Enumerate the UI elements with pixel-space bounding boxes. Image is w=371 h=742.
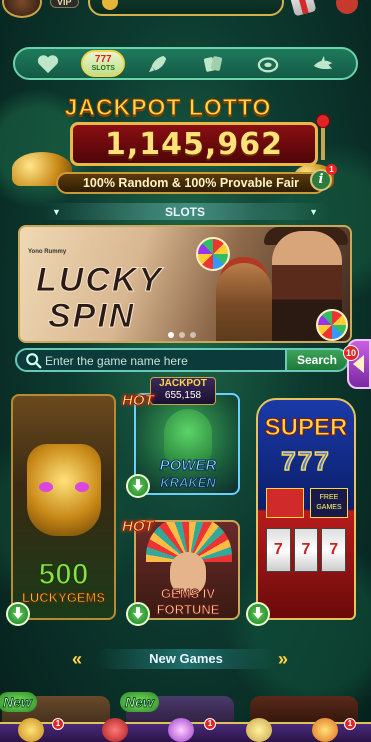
nav-badge: 1	[204, 718, 216, 730]
search-button[interactable]: Search	[285, 348, 349, 372]
new-badge: New	[120, 692, 159, 712]
slots-777-label: 777	[94, 54, 112, 65]
section-header-slots: ▼ SLOTS ▼	[40, 203, 330, 220]
game-tile-gems-fortune[interactable]: GEMS IV FORTUNE	[134, 520, 240, 620]
section-title: New Games	[96, 649, 276, 669]
game-title-bottom: 777	[281, 445, 331, 477]
nav-gift-icon[interactable]	[102, 718, 128, 742]
carousel-dot[interactable]	[190, 332, 196, 338]
game-title-bottom: FORTUNE	[156, 602, 220, 618]
game-title-top: GEMS IV	[160, 586, 216, 602]
shark-icon	[313, 55, 332, 69]
download-arrow-icon	[133, 479, 143, 491]
balance-pill[interactable]	[88, 0, 284, 16]
game-tile-super-777[interactable]: SUPER 777 FREE GAMES 7 7 7	[256, 398, 356, 620]
jackpot-amount: 1,145,962	[105, 126, 283, 162]
roulette-icon	[257, 56, 278, 72]
golden-mask-art	[27, 444, 101, 536]
nav-wallet-icon[interactable]	[312, 718, 338, 742]
download-button[interactable]	[126, 474, 150, 498]
coin-icon	[102, 0, 118, 10]
heart-icon	[38, 54, 59, 73]
banner-character-girl	[216, 263, 272, 341]
download-arrow-icon	[253, 607, 263, 619]
category-slots[interactable]: 777 SLOTS	[81, 50, 126, 77]
chevron-right-icon[interactable]: »	[278, 648, 288, 670]
game-title-top: SUPER	[264, 414, 348, 442]
download-button[interactable]	[6, 602, 30, 626]
info-badge: 1	[326, 164, 337, 175]
jackpot-panel: JACKPOT LOTTO 1,145,962 100% Random & 10…	[12, 94, 352, 198]
hot-badge: HOT	[122, 518, 155, 536]
carousel-dot[interactable]	[168, 332, 174, 338]
game-tile-lucky-gems[interactable]: 500 LUCKYGEMS	[11, 394, 116, 620]
banner-title-line2: SPIN	[47, 297, 136, 336]
reel: 7	[266, 528, 291, 572]
lever-icon	[308, 114, 330, 170]
triangle-down-icon: ▼	[52, 206, 61, 217]
top-bar: VIP	[0, 0, 371, 22]
slots-label: SLOTS	[91, 65, 115, 72]
slot-reels: 7 7 7	[266, 528, 347, 572]
nav-badge: 1	[344, 718, 356, 730]
jackpot-mini-card: JACKPOT 655,158	[150, 377, 216, 405]
game-title-bottom: KRAKEN	[160, 475, 217, 491]
category-rocket[interactable]	[136, 50, 180, 77]
jackpot-mini-label: JACKPOT	[159, 378, 207, 389]
category-favorites[interactable]	[26, 50, 70, 77]
gift-icon[interactable]	[289, 0, 317, 17]
game-title-top: POWER	[159, 457, 217, 475]
provable-fair-text: 100% Random & 100% Provable Fair	[82, 176, 300, 190]
category-roulette[interactable]	[246, 50, 290, 77]
banner-title-line1: LUCKY	[35, 261, 164, 300]
nav-badge: 1	[52, 718, 64, 730]
chevron-left-icon[interactable]: «	[72, 648, 82, 670]
search-input[interactable]	[45, 353, 281, 369]
jackpot-title: JACKPOT LOTTO	[64, 94, 272, 121]
category-bar: 777 SLOTS	[13, 47, 358, 80]
game-title-top: 500	[38, 557, 90, 592]
nav-spin-icon[interactable]	[18, 718, 44, 742]
slots-777-icon: 777 SLOTS	[91, 54, 115, 73]
hot-badge: HOT	[122, 392, 155, 410]
paytable-panel	[266, 488, 304, 518]
download-button[interactable]	[126, 602, 150, 626]
promo-banner-lucky-spin[interactable]: Yono Rummy LUCKY SPIN	[18, 225, 352, 343]
menu-icon[interactable]	[336, 0, 358, 14]
carousel-dots	[168, 332, 196, 338]
download-arrow-icon	[13, 607, 23, 619]
category-fishing[interactable]	[301, 50, 345, 77]
category-cards[interactable]	[191, 50, 235, 77]
nav-home-icon[interactable]	[168, 718, 194, 742]
game-title-bottom: LUCKYGEMS	[21, 590, 106, 606]
side-drawer-badge: 10	[343, 345, 359, 361]
rocket-icon	[148, 55, 167, 72]
section-header-new-games: « New Games »	[72, 648, 300, 670]
reel: 7	[293, 528, 319, 572]
new-badge: New	[0, 692, 37, 712]
download-button[interactable]	[246, 602, 270, 626]
cards-icon	[203, 55, 222, 72]
vip-badge[interactable]: VIP	[50, 0, 79, 8]
search-row: Search	[15, 348, 349, 372]
nav-share-icon[interactable]	[246, 718, 272, 742]
jackpot-mini-value: 655,158	[164, 390, 202, 401]
search-icon	[26, 353, 42, 369]
download-arrow-icon	[133, 607, 143, 619]
spin-wheel-icon	[316, 309, 348, 341]
jackpot-board: 1,145,962	[70, 122, 318, 166]
triangle-down-icon: ▼	[309, 206, 318, 217]
carousel-dot[interactable]	[179, 332, 185, 338]
provable-fair-bar: 100% Random & 100% Provable Fair	[56, 172, 326, 194]
bottom-nav: 1 1 1	[0, 718, 371, 742]
reel: 7	[321, 528, 347, 572]
avatar[interactable]	[2, 0, 42, 18]
search-field	[15, 348, 287, 372]
banner-brand: Yono Rummy	[28, 249, 67, 255]
section-title: SLOTS	[164, 204, 205, 219]
free-games-panel: FREE GAMES	[310, 488, 348, 518]
